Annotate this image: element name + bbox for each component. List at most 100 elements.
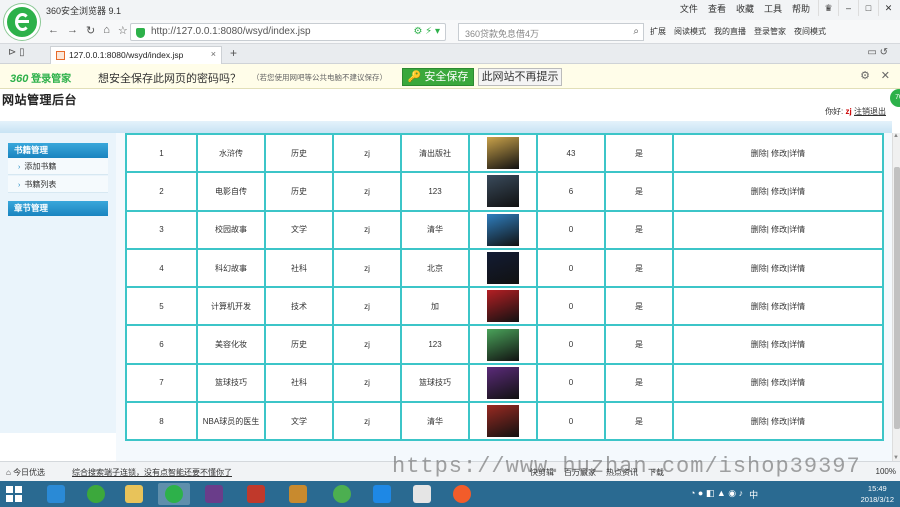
sidebar-item-add-book[interactable]: › 添加书籍 (8, 158, 108, 175)
book-cover-image (487, 328, 519, 361)
cell-actions[interactable]: 删除| 修改|详情 (672, 401, 884, 442)
close-icon[interactable]: ✕ (881, 69, 890, 82)
address-url[interactable]: http://127.0.0.1:8080/wsyd/index.jsp (151, 26, 311, 37)
table-row: 3 校园故事 文学 zj 清华 0 是删除| 修改|详情 (125, 209, 884, 250)
zoom-level[interactable]: 100% (876, 467, 896, 476)
cell-category: 历史 (264, 133, 334, 174)
cell-views: 0 (536, 362, 606, 404)
news-ticker[interactable]: 综合搜索端子连锁，没有点智能还要不懂你了 (72, 467, 232, 478)
gear-icon[interactable]: ⚙ (860, 69, 870, 82)
scroll-up-icon[interactable]: ▲ (893, 133, 899, 139)
browser-title: 360安全浏览器 9.1 (46, 6, 122, 16)
save-password-question: 想安全保存此网页的密码吗？ (98, 73, 241, 85)
table-row: 6 美容化妆 历史 zj 123 0 是删除| 修改|详情 (125, 324, 884, 365)
table-row: 1 水浒传 历史 zj 清出版社 43 是删除| 修改|详情 (125, 133, 884, 174)
clock[interactable]: 15:49 2018/3/12 (861, 483, 894, 505)
menu-file[interactable]: 文件 (680, 2, 698, 15)
menu-tools[interactable]: 工具 (764, 2, 782, 15)
sogou-icon[interactable] (446, 483, 478, 505)
cell-views: 0 (536, 401, 606, 442)
today-picks[interactable]: ⌂ 今日优选 (6, 467, 45, 478)
cell-id: 1 (125, 133, 198, 174)
status-item-download[interactable]: 下载 (648, 467, 664, 478)
page-favicon-icon (56, 51, 65, 60)
home-icon[interactable]: ⌂ (103, 24, 110, 37)
browser-360-icon[interactable] (158, 483, 190, 505)
cell-author: zj (332, 209, 402, 250)
wechat-icon[interactable] (326, 483, 358, 505)
cell-author: zj (332, 171, 402, 212)
skin-icon[interactable]: ♛ (818, 0, 838, 16)
search-icon[interactable]: ⌕ (633, 26, 639, 37)
never-prompt-button[interactable]: 此网站不再提示 (478, 68, 562, 86)
tab-close-icon[interactable]: × (211, 49, 216, 59)
app-media-icon[interactable] (198, 483, 230, 505)
minimize-button[interactable]: – (838, 0, 858, 16)
side-badge[interactable]: 70 (890, 89, 900, 107)
logout-link[interactable]: 注销退出 (854, 107, 886, 116)
browser-menu-bar: 文件 查看 收藏 工具 帮助 (680, 2, 810, 15)
cell-actions[interactable]: 删除| 修改|详情 (672, 171, 884, 212)
app-green-icon[interactable] (80, 483, 112, 505)
scrollbar-thumb[interactable] (894, 167, 900, 429)
reading-mode-button[interactable]: 阅读模式 (674, 26, 706, 37)
lightning-icon[interactable]: ⚙ ⚡ ▾ (413, 26, 440, 37)
cell-actions[interactable]: 删除| 修改|详情 (672, 324, 884, 365)
close-button[interactable]: ✕ (878, 0, 898, 16)
cell-actions[interactable]: 删除| 修改|详情 (672, 286, 884, 327)
shield-icon (136, 28, 145, 38)
menu-section-books[interactable]: 书籍管理 (8, 143, 108, 158)
chevron-right-icon: › (18, 182, 21, 189)
address-bar[interactable]: http://127.0.0.1:8080/wsyd/index.jsp ⚙ ⚡… (130, 23, 446, 41)
browser-logo-icon[interactable] (4, 4, 40, 40)
java-icon[interactable] (406, 483, 438, 505)
wps-icon[interactable] (366, 483, 398, 505)
night-mode-button[interactable]: 夜间模式 (794, 26, 826, 37)
menu-section-chapters[interactable]: 章节管理 (8, 201, 108, 216)
menu-view[interactable]: 查看 (708, 2, 726, 15)
login-manager-button[interactable]: 登录管家 (754, 26, 786, 37)
greeting: 你好: (825, 107, 844, 116)
app-tool-icon[interactable] (240, 483, 272, 505)
search-box[interactable]: 360贷款免息借4万 ⌕ (458, 23, 644, 41)
ie-icon[interactable] (40, 483, 72, 505)
clock-time: 15:49 (867, 484, 887, 493)
extensions-button[interactable]: 扩展 (650, 26, 666, 37)
book-icon[interactable] (282, 483, 314, 505)
cell-id: 4 (125, 247, 198, 289)
status-item-winner[interactable]: 百万赢家 (564, 467, 596, 478)
sidebar-item-book-list[interactable]: › 书籍列表 (8, 176, 108, 193)
menu-help[interactable]: 帮助 (792, 2, 810, 15)
star-icon[interactable]: ☆ (118, 24, 128, 37)
refresh-icon[interactable]: ↻ (86, 24, 95, 37)
page-scrollbar[interactable]: ▲ ▼ (892, 133, 900, 461)
menu-favorites[interactable]: 收藏 (736, 2, 754, 15)
cell-id: 7 (125, 362, 198, 404)
cell-name: NBA球员的医生 (196, 401, 266, 442)
cell-actions[interactable]: 删除| 修改|详情 (672, 209, 884, 250)
restore-tabs-icon[interactable]: ▭ ↺ (867, 47, 888, 58)
status-item-news[interactable]: 热点资讯 (606, 467, 638, 478)
cell-status: 是 (604, 362, 674, 404)
sidebar-toggle-icon[interactable]: ⊳ ▯ (8, 47, 25, 58)
table-row: 4 科幻故事 社科 zj 北京 0 是删除| 修改|详情 (125, 247, 884, 289)
cell-actions[interactable]: 删除| 修改|详情 (672, 133, 884, 174)
safe-save-button[interactable]: 🔑 安全保存 (402, 68, 474, 86)
ime-indicator[interactable]: 中 (749, 488, 758, 501)
status-item-clip[interactable]: 快剪辑 (530, 467, 554, 478)
forward-arrow-icon[interactable]: → (67, 24, 78, 37)
tab-current[interactable]: 127.0.0.1:8080/wsyd/index.jsp × (50, 46, 222, 64)
cell-actions[interactable]: 删除| 修改|详情 (672, 362, 884, 404)
tab-bar: ⊳ ▯ 127.0.0.1:8080/wsyd/index.jsp × + ▭ … (0, 44, 900, 64)
folder-icon[interactable] (118, 483, 150, 505)
tray-icons[interactable]: ◔ ● ◧ ▲ ◉ ♪ (690, 488, 743, 501)
maximize-button[interactable]: □ (858, 0, 878, 16)
new-tab-button[interactable]: + (230, 46, 237, 60)
back-arrow-icon[interactable]: ← (48, 24, 59, 37)
live-button[interactable]: 我的直播 (714, 26, 746, 37)
cell-publisher: 加 (400, 286, 470, 327)
cell-name: 计算机开发 (196, 286, 266, 327)
key-icon: 🔑 (407, 71, 422, 83)
cell-actions[interactable]: 删除| 修改|详情 (672, 247, 884, 289)
windows-start-icon[interactable] (6, 486, 23, 502)
